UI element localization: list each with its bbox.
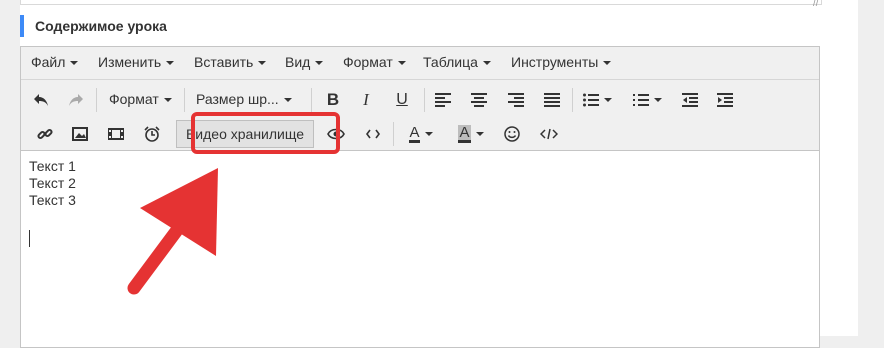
numbered-list-icon[interactable] xyxy=(629,86,665,114)
content-line: Текст 1 xyxy=(29,158,76,174)
menu-edit[interactable]: Изменить xyxy=(98,54,174,70)
menu-tools[interactable]: Инструменты xyxy=(511,54,611,70)
bullet-list-icon[interactable] xyxy=(579,86,615,114)
section-accent-bar xyxy=(20,15,24,37)
alarm-clock-icon[interactable] xyxy=(140,120,164,148)
menu-view[interactable]: Вид xyxy=(285,54,323,70)
align-justify-icon[interactable] xyxy=(540,86,564,114)
top-text-field[interactable] xyxy=(20,0,822,5)
resize-handle-icon[interactable]: // xyxy=(813,0,819,9)
section-title: Содержимое урока xyxy=(35,18,167,34)
text-color-icon[interactable]: A xyxy=(402,120,440,148)
format-dropdown[interactable]: Формат xyxy=(109,91,172,107)
font-size-dropdown[interactable]: Размер шр... xyxy=(196,91,292,107)
toolbar-separator xyxy=(184,88,185,112)
undo-icon[interactable] xyxy=(29,86,53,114)
toolbar-separator xyxy=(311,88,312,112)
align-right-icon[interactable] xyxy=(504,86,528,114)
emoticon-icon[interactable] xyxy=(500,120,524,148)
indent-icon[interactable] xyxy=(713,86,737,114)
image-icon[interactable] xyxy=(68,120,92,148)
toolbar-separator xyxy=(572,88,573,112)
content-line: Текст 3 xyxy=(29,192,76,208)
editor-toolbar: Формат Размер шр... B I U Видео хранилищ… xyxy=(21,80,819,151)
editor-content-area[interactable]: Текст 1 Текст 2 Текст 3 xyxy=(29,158,76,209)
bold-icon[interactable]: B xyxy=(321,86,345,114)
source-code-icon[interactable] xyxy=(537,120,561,148)
menu-file[interactable]: Файл xyxy=(31,54,78,70)
menu-table[interactable]: Таблица xyxy=(423,54,491,70)
italic-icon[interactable]: I xyxy=(354,86,378,114)
menu-insert[interactable]: Вставить xyxy=(194,54,266,70)
underline-icon[interactable]: U xyxy=(390,86,414,114)
code-icon[interactable] xyxy=(361,120,385,148)
toolbar-separator xyxy=(96,88,97,112)
toolbar-separator xyxy=(393,122,394,146)
align-center-icon[interactable] xyxy=(467,86,491,114)
background-color-icon[interactable]: A xyxy=(451,120,491,148)
menu-format[interactable]: Формат xyxy=(343,54,406,70)
align-left-icon[interactable] xyxy=(431,86,455,114)
toolbar-separator xyxy=(424,88,425,112)
editor-menubar: Файл Изменить Вставить Вид Формат Таблиц… xyxy=(21,47,819,80)
annotation-highlight-box xyxy=(191,112,340,154)
outdent-icon[interactable] xyxy=(678,86,702,114)
content-line: Текст 2 xyxy=(29,175,76,191)
media-icon[interactable] xyxy=(104,120,128,148)
link-icon[interactable] xyxy=(33,120,57,148)
annotation-arrow-icon xyxy=(127,168,218,295)
redo-icon[interactable] xyxy=(64,86,88,114)
text-cursor xyxy=(29,230,30,247)
